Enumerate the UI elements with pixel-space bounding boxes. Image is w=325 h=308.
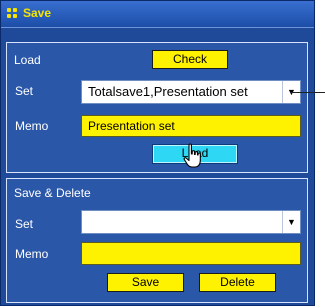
- save-delete-panel: Save & Delete Set ▼ Memo Save Delete: [6, 178, 308, 303]
- save-delete-section-label: Save & Delete: [14, 186, 91, 200]
- grid-icon: [7, 8, 19, 20]
- save-memo-field[interactable]: [81, 242, 301, 265]
- load-set-select[interactable]: Totalsave1,Presentation set ▼: [81, 80, 301, 104]
- load-memo-label: Memo: [15, 119, 49, 133]
- triangle-down-icon[interactable]: ▼: [282, 211, 300, 233]
- title-bar: Save: [1, 1, 314, 28]
- load-set-value: Totalsave1,Presentation set: [88, 84, 248, 99]
- save-button[interactable]: Save: [107, 273, 184, 292]
- callout-line: [291, 92, 325, 93]
- save-memo-label: Memo: [15, 247, 49, 261]
- save-window: Save Load Check Set Totalsave1,Presentat…: [0, 0, 315, 306]
- load-section-label: Load: [14, 53, 41, 67]
- delete-button[interactable]: Delete: [199, 273, 276, 292]
- load-memo-field[interactable]: Presentation set: [81, 115, 301, 137]
- hand-pointer-icon: [183, 143, 201, 168]
- load-set-label: Set: [15, 84, 34, 98]
- save-set-select[interactable]: ▼: [81, 210, 301, 234]
- window-title: Save: [23, 6, 52, 20]
- check-button[interactable]: Check: [152, 50, 228, 69]
- save-set-label: Set: [15, 217, 34, 231]
- load-panel: Load Check Set Totalsave1,Presentation s…: [6, 42, 308, 173]
- screenshot-stage: Save Load Check Set Totalsave1,Presentat…: [0, 0, 325, 308]
